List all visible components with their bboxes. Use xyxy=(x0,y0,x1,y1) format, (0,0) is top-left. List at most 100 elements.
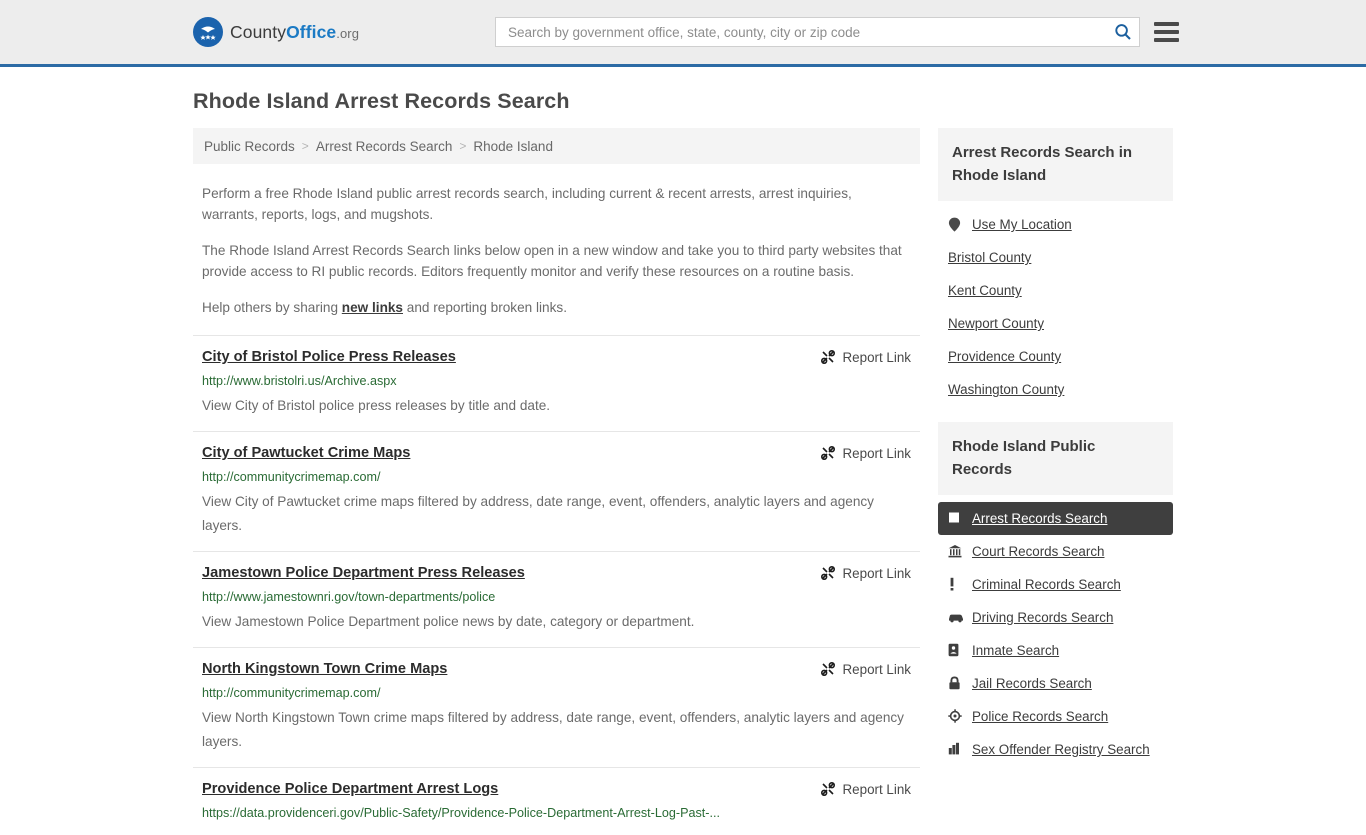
sidebar-item-use-my-location[interactable]: Use My Location xyxy=(938,208,1173,241)
results-list: City of Bristol Police Press Releases Re… xyxy=(193,335,920,835)
sidebar: Arrest Records Search in Rhode Island Us… xyxy=(938,128,1173,766)
result-item: North Kingstown Town Crime Maps Report L… xyxy=(193,647,920,767)
map-pin-icon xyxy=(948,217,963,232)
sidebar-item-arrest-records-search[interactable]: Arrest Records Search xyxy=(938,502,1173,535)
broken-link-icon xyxy=(820,349,835,364)
result-header: City of Bristol Police Press Releases Re… xyxy=(202,348,911,367)
result-title-link[interactable]: Jamestown Police Department Press Releas… xyxy=(202,564,820,583)
intro-text-after: and reporting broken links. xyxy=(403,300,567,315)
buildings-icon xyxy=(948,742,963,757)
sidebar-item-jail-records-search[interactable]: Jail Records Search xyxy=(938,667,1173,700)
sidebar-location-list: Use My Location Bristol County Kent Coun… xyxy=(938,208,1173,406)
sidebar-records-list: Arrest Records Search Court Records Sear… xyxy=(938,502,1173,766)
site-header: CountyOffice.org xyxy=(0,0,1366,67)
breadcrumb-separator-icon: > xyxy=(301,139,309,153)
broken-link-icon xyxy=(820,445,835,460)
sidebar-item-label: Washington County xyxy=(948,382,1065,397)
sidebar-item-inmate-search[interactable]: Inmate Search xyxy=(938,634,1173,667)
intro-text: Perform a free Rhode Island public arres… xyxy=(193,183,920,318)
report-link-label: Report Link xyxy=(842,661,911,677)
sidebar-section-heading-locations: Arrest Records Search in Rhode Island xyxy=(938,128,1173,201)
result-item: Jamestown Police Department Press Releas… xyxy=(193,551,920,647)
sidebar-item-label: Kent County xyxy=(948,283,1022,298)
logo-wordmark: CountyOffice.org xyxy=(230,22,359,43)
logo-text-tld: .org xyxy=(336,25,360,41)
sidebar-item-label: Newport County xyxy=(948,316,1045,331)
main-content: Public Records > Arrest Records Search >… xyxy=(193,128,920,835)
report-link-label: Report Link xyxy=(842,781,911,797)
result-title-link[interactable]: City of Pawtucket Crime Maps xyxy=(202,444,820,463)
result-url: http://communitycrimemap.com/ xyxy=(202,686,381,700)
hamburger-menu-icon[interactable] xyxy=(1154,22,1179,42)
header-search-area xyxy=(495,17,1179,47)
id-badge-icon xyxy=(948,643,963,658)
result-header: City of Pawtucket Crime Maps Report Link xyxy=(202,444,911,463)
result-url: http://www.bristolri.us/Archive.aspx xyxy=(202,374,397,388)
exclamation-icon xyxy=(948,577,963,592)
logo-text-office: Office xyxy=(286,21,337,42)
breadcrumb-item-rhode-island[interactable]: Rhode Island xyxy=(473,139,553,154)
intro-paragraph-3: Help others by sharing new links and rep… xyxy=(202,297,911,318)
result-item: City of Pawtucket Crime Maps Report Link xyxy=(193,431,920,551)
sidebar-item-kent-county[interactable]: Kent County xyxy=(938,274,1173,307)
page-body: Rhode Island Arrest Records Search Publi… xyxy=(0,89,1366,835)
report-link-label: Report Link xyxy=(842,349,911,365)
result-item: Providence Police Department Arrest Logs… xyxy=(193,767,920,835)
page-title: Rhode Island Arrest Records Search xyxy=(193,89,570,113)
car-icon xyxy=(948,610,963,625)
breadcrumb-item-arrest-records-search[interactable]: Arrest Records Search xyxy=(316,139,453,154)
sidebar-item-bristol-county[interactable]: Bristol County xyxy=(938,241,1173,274)
broken-link-icon xyxy=(820,565,835,580)
report-link-button[interactable]: Report Link xyxy=(820,565,911,581)
result-description: View City of Bristol police press releas… xyxy=(202,398,551,413)
sidebar-item-label: Police Records Search xyxy=(972,709,1109,724)
result-title-link[interactable]: North Kingstown Town Crime Maps xyxy=(202,660,820,679)
sidebar-item-label: Inmate Search xyxy=(972,643,1060,658)
sidebar-item-sex-offender-registry-search[interactable]: Sex Offender Registry Search xyxy=(938,733,1173,766)
result-description: View North Kingstown Town crime maps fil… xyxy=(202,710,904,749)
search-box[interactable] xyxy=(495,17,1140,47)
sidebar-item-driving-records-search[interactable]: Driving Records Search xyxy=(938,601,1173,634)
handcuffs-icon xyxy=(948,511,963,526)
intro-text-before: Help others by sharing xyxy=(202,300,342,315)
sidebar-item-criminal-records-search[interactable]: Criminal Records Search xyxy=(938,568,1173,601)
hamburger-bar xyxy=(1154,22,1179,26)
result-title-link[interactable]: Providence Police Department Arrest Logs xyxy=(202,780,820,799)
result-url: https://data.providenceri.gov/Public-Saf… xyxy=(202,806,720,820)
new-links-link[interactable]: new links xyxy=(342,300,403,315)
site-logo[interactable]: CountyOffice.org xyxy=(193,17,359,47)
logo-text-county: County xyxy=(230,21,287,42)
sidebar-item-label: Criminal Records Search xyxy=(972,577,1121,592)
lock-icon xyxy=(948,676,963,691)
result-title-link[interactable]: City of Bristol Police Press Releases xyxy=(202,348,820,367)
hamburger-bar xyxy=(1154,38,1179,42)
result-url: http://communitycrimemap.com/ xyxy=(202,470,381,484)
sidebar-item-newport-county[interactable]: Newport County xyxy=(938,307,1173,340)
result-url: http://www.jamestownri.gov/town-departme… xyxy=(202,590,496,604)
result-item: City of Bristol Police Press Releases Re… xyxy=(193,335,920,431)
broken-link-icon xyxy=(820,661,835,676)
breadcrumb-item-public-records[interactable]: Public Records xyxy=(204,139,295,154)
report-link-button[interactable]: Report Link xyxy=(820,781,911,797)
report-link-button[interactable]: Report Link xyxy=(820,349,911,365)
search-icon[interactable] xyxy=(1113,22,1133,42)
courthouse-icon xyxy=(948,544,963,559)
sidebar-item-label: Driving Records Search xyxy=(972,610,1114,625)
sidebar-item-court-records-search[interactable]: Court Records Search xyxy=(938,535,1173,568)
sidebar-item-washington-county[interactable]: Washington County xyxy=(938,373,1173,406)
report-link-button[interactable]: Report Link xyxy=(820,661,911,677)
sidebar-item-providence-county[interactable]: Providence County xyxy=(938,340,1173,373)
search-input[interactable] xyxy=(506,23,1113,41)
sidebar-item-label: Sex Offender Registry Search xyxy=(972,742,1150,757)
broken-link-icon xyxy=(820,781,835,796)
sidebar-item-police-records-search[interactable]: Police Records Search xyxy=(938,700,1173,733)
sidebar-item-label: Bristol County xyxy=(948,250,1032,265)
report-link-label: Report Link xyxy=(842,565,911,581)
result-header: North Kingstown Town Crime Maps Report L… xyxy=(202,660,911,679)
report-link-button[interactable]: Report Link xyxy=(820,445,911,461)
result-header: Providence Police Department Arrest Logs… xyxy=(202,780,911,799)
content-columns: Public Records > Arrest Records Search >… xyxy=(193,128,1173,835)
sidebar-item-label: Court Records Search xyxy=(972,544,1105,559)
result-description: View City of Pawtucket crime maps filter… xyxy=(202,494,874,533)
